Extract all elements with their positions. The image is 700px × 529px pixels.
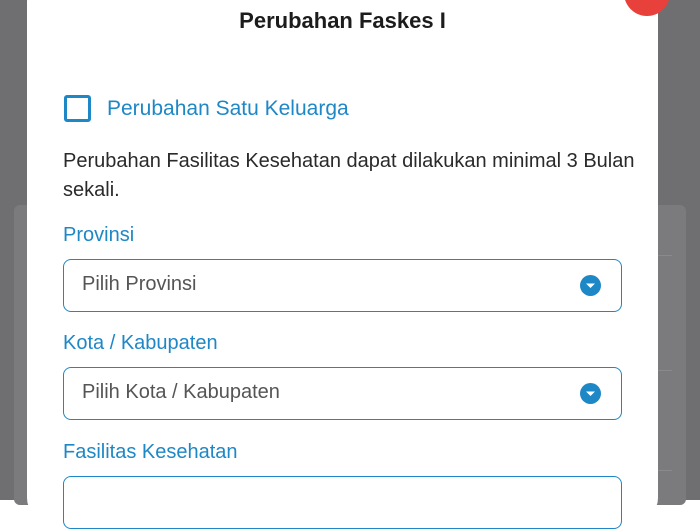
chevron-down-icon xyxy=(580,383,601,404)
info-text: Perubahan Fasilitas Kesehatan dapat dila… xyxy=(63,150,635,201)
provinsi-select[interactable]: Pilih Provinsi xyxy=(63,259,622,312)
family-change-option[interactable]: Perubahan Satu Keluarga xyxy=(64,95,349,122)
chevron-down-icon xyxy=(580,275,601,296)
provinsi-label: Provinsi xyxy=(63,224,135,246)
family-change-checkbox[interactable] xyxy=(64,95,91,122)
faskes-label: Fasilitas Kesehatan xyxy=(63,441,238,463)
faskes-select[interactable] xyxy=(63,476,622,529)
modal-title: Perubahan Faskes I xyxy=(239,8,446,33)
kota-select[interactable]: Pilih Kota / Kabupaten xyxy=(63,367,622,420)
kota-placeholder: Pilih Kota / Kabupaten xyxy=(82,381,280,403)
kota-label: Kota / Kabupaten xyxy=(63,332,218,354)
provinsi-placeholder: Pilih Provinsi xyxy=(82,273,197,295)
family-change-label[interactable]: Perubahan Satu Keluarga xyxy=(107,97,349,121)
